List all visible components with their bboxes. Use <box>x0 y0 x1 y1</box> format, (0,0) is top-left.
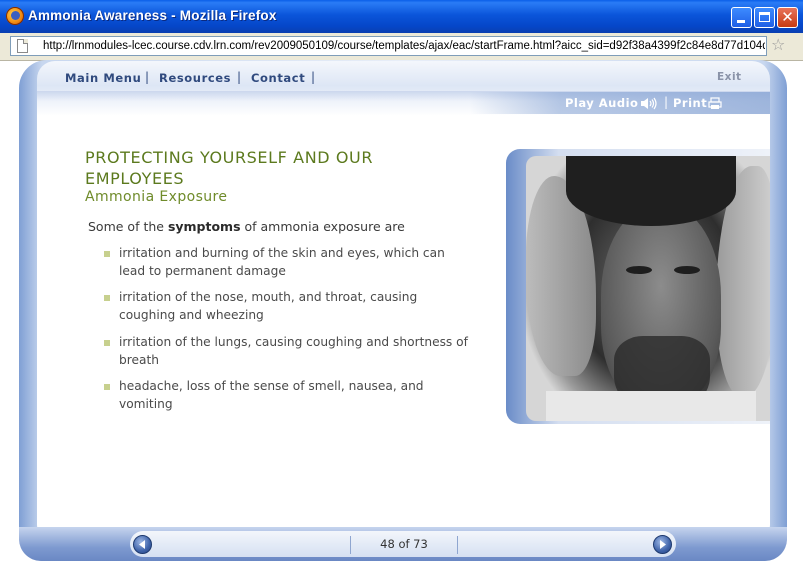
pager-divider <box>457 536 458 554</box>
star-icon[interactable]: ☆ <box>771 37 785 53</box>
headache-photo <box>526 156 770 421</box>
page-title: PROTECTING YOURSELF AND OUR EMPLOYEES <box>85 148 374 188</box>
page-icon <box>17 39 28 53</box>
resources-link[interactable]: Resources <box>159 71 231 85</box>
contact-link[interactable]: Contact <box>251 71 305 85</box>
intro-text-emphasis: symptoms <box>167 219 241 234</box>
photo-hair <box>566 156 736 226</box>
page-subtitle: Ammonia Exposure <box>85 189 228 205</box>
nav-separator: | <box>145 70 150 84</box>
maximize-icon <box>759 12 770 22</box>
firefox-icon <box>6 7 24 25</box>
minimize-button[interactable] <box>731 7 752 28</box>
minimize-icon <box>737 20 745 23</box>
intro-text: Some of the symptoms of ammonia exposure… <box>88 219 405 234</box>
list-item: headache, loss of the sense of smell, na… <box>119 379 424 411</box>
list-item: irritation of the nose, mouth, and throa… <box>119 290 418 322</box>
nav-separator: | <box>311 70 316 84</box>
intro-text-start: Some of the <box>88 219 168 234</box>
window-title: Ammonia Awareness - Mozilla Firefox <box>28 8 277 23</box>
photo-eye <box>674 266 700 274</box>
next-button[interactable] <box>653 535 672 554</box>
address-bar-row: http://lrnmodules-lcec.course.cdv.lrn.co… <box>0 33 803 61</box>
play-audio-button[interactable]: Play Audio <box>565 96 638 110</box>
exit-link[interactable]: Exit <box>717 71 742 83</box>
url-text: http://lrnmodules-lcec.course.cdv.lrn.co… <box>43 40 765 52</box>
main-menu-link[interactable]: Main Menu <box>65 71 141 85</box>
intro-text-end: of ammonia exposure are <box>240 219 405 234</box>
close-button[interactable]: ✕ <box>777 7 798 28</box>
maximize-button[interactable] <box>754 7 775 28</box>
photo-eye <box>626 266 652 274</box>
printer-icon[interactable] <box>708 97 722 110</box>
nav-separator: | <box>237 70 242 84</box>
bullet-marker <box>104 384 110 390</box>
url-field[interactable]: http://lrnmodules-lcec.course.cdv.lrn.co… <box>10 36 767 56</box>
prev-button[interactable] <box>133 535 152 554</box>
bullet-marker <box>104 295 110 301</box>
close-icon: ✕ <box>781 8 794 26</box>
print-button[interactable]: Print <box>673 96 707 110</box>
list-item: irritation and burning of the skin and e… <box>119 246 445 278</box>
speaker-icon[interactable] <box>640 97 658 110</box>
window-titlebar: Ammonia Awareness - Mozilla Firefox ✕ <box>0 0 803 33</box>
photo-shirt <box>546 391 756 421</box>
page-indicator: 48 of 73 <box>380 537 428 551</box>
pager-divider <box>350 536 351 554</box>
utility-separator: | <box>664 95 669 109</box>
list-item: irritation of the lungs, causing coughin… <box>119 335 468 367</box>
bullet-marker <box>104 340 110 346</box>
prev-arrow-icon <box>139 540 145 549</box>
bullet-marker <box>104 251 110 257</box>
next-arrow-icon <box>660 540 666 549</box>
